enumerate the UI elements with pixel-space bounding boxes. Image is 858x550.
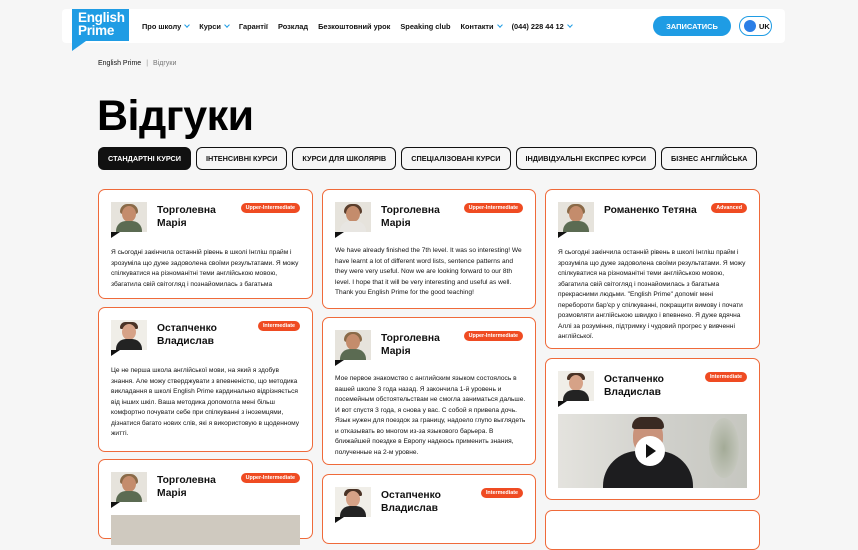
chevron-down-icon <box>566 21 573 28</box>
level-badge: Intermediate <box>257 321 300 331</box>
avatar <box>335 487 371 517</box>
reviewer-name: Торголевна Марія <box>381 205 440 229</box>
review-text: Я сьогодні закінчила останній рівень в ш… <box>111 249 299 288</box>
site-header: English Prime Про школу Курси Гарантії Ро… <box>62 9 785 51</box>
course-tabs: СТАНДАРТНІ КУРСИ ІНТЕНСИВНІ КУРСИ КУРСИ … <box>98 147 758 170</box>
level-badge: Upper-Intermediate <box>463 203 523 213</box>
reviewer-name: Торголевна Марія <box>157 205 216 229</box>
review-text: Я сьогодні закінчила останній рівень в ш… <box>558 249 746 340</box>
tab-school-courses[interactable]: КУРСИ ДЛЯ ШКОЛЯРІВ <box>292 147 397 170</box>
tab-specialized-courses[interactable]: СПЕЦІАЛІЗОВАНІ КУРСИ <box>401 147 511 170</box>
chevron-down-icon <box>496 21 503 28</box>
tab-intensive-courses[interactable]: ІНТЕНСИВНІ КУРСИ <box>196 147 288 170</box>
page-title: Відгуки <box>97 92 254 140</box>
nav-item-schedule[interactable]: Розклад <box>278 22 308 31</box>
play-icon[interactable] <box>635 436 665 466</box>
nav-item-contacts[interactable]: Контакти <box>460 21 503 31</box>
level-badge: Intermediate <box>704 372 747 382</box>
level-badge: Advanced <box>711 203 747 213</box>
main-nav: Про школу Курси Гарантії Розклад Безкошт… <box>142 9 582 43</box>
chevron-down-icon <box>224 21 230 28</box>
chevron-down-icon <box>184 21 191 28</box>
review-text: Мое первое знакомство с английским языко… <box>335 375 526 456</box>
review-card: Остапченко Владислав Intermediate <box>545 358 760 500</box>
avatar <box>335 330 371 360</box>
breadcrumb: English Prime | Відгуки <box>98 60 176 67</box>
review-text: Це не перша школа англійської мови, на я… <box>111 367 300 437</box>
avatar <box>335 202 371 232</box>
avatar <box>111 202 147 232</box>
breadcrumb-current: Відгуки <box>153 60 177 67</box>
review-photo <box>111 515 300 545</box>
reviewer-name: Торголевна Марія <box>157 475 216 499</box>
english-prime-logo[interactable]: English Prime <box>72 9 130 51</box>
tab-business-english[interactable]: БІЗНЕС АНГЛІЙСЬКА <box>661 147 758 170</box>
review-card <box>545 510 760 550</box>
review-card: Торголевна Марія Upper-Intermediate <box>98 459 313 545</box>
review-card: Торголевна Марія Upper-Intermediate Я сь… <box>98 189 313 299</box>
nav-item-free-lesson[interactable]: Безкоштовний урок <box>318 22 390 31</box>
reviewer-name: Остапченко Владислав <box>604 374 664 398</box>
review-card: Остапченко Владислав Intermediate <box>322 474 536 544</box>
nav-item-guarantees[interactable]: Гарантії <box>239 22 268 31</box>
avatar <box>111 472 147 502</box>
language-switcher[interactable]: UK <box>739 16 772 36</box>
review-card: Торголевна Марія Upper-Intermediate We h… <box>322 189 536 309</box>
level-badge: Upper-Intermediate <box>240 473 300 483</box>
breadcrumb-separator: | <box>146 60 149 67</box>
level-badge: Upper-Intermediate <box>240 203 300 213</box>
review-card: Остапченко Владислав Intermediate Це не … <box>98 307 313 452</box>
level-badge: Intermediate <box>480 488 523 498</box>
nav-item-phone[interactable]: (044) 228 44 12 <box>512 21 573 31</box>
review-card: Торголевна Марія Upper-Intermediate Мое … <box>322 317 536 465</box>
review-card: Романенко Тетяна Advanced Я сьогодні зак… <box>545 189 760 349</box>
avatar <box>111 320 147 350</box>
nav-item-courses[interactable]: Курси <box>199 21 230 31</box>
review-video[interactable] <box>558 414 747 488</box>
nav-item-about[interactable]: Про школу <box>142 21 191 31</box>
globe-flag-icon <box>744 20 756 32</box>
tab-standard-courses[interactable]: СТАНДАРТНІ КУРСИ <box>98 147 192 170</box>
avatar <box>558 371 594 401</box>
reviewer-name: Торголевна Марія <box>381 333 440 357</box>
tab-individual-express-courses[interactable]: ІНДИВІДУАЛЬНІ ЕКСПРЕС КУРСИ <box>515 147 657 170</box>
reviewer-name: Остапченко Владислав <box>381 490 441 514</box>
avatar <box>558 202 594 232</box>
reviewer-name: Романенко Тетяна <box>604 205 697 216</box>
level-badge: Upper-Intermediate <box>463 331 523 341</box>
reviewer-name: Остапченко Владислав <box>157 323 217 347</box>
nav-item-speaking-club[interactable]: Speaking club <box>400 22 450 31</box>
signup-button[interactable]: ЗАПИСАТИСЬ <box>653 16 731 36</box>
review-text: We have already finished the 7th level. … <box>335 247 522 296</box>
breadcrumb-home[interactable]: English Prime <box>98 60 141 67</box>
